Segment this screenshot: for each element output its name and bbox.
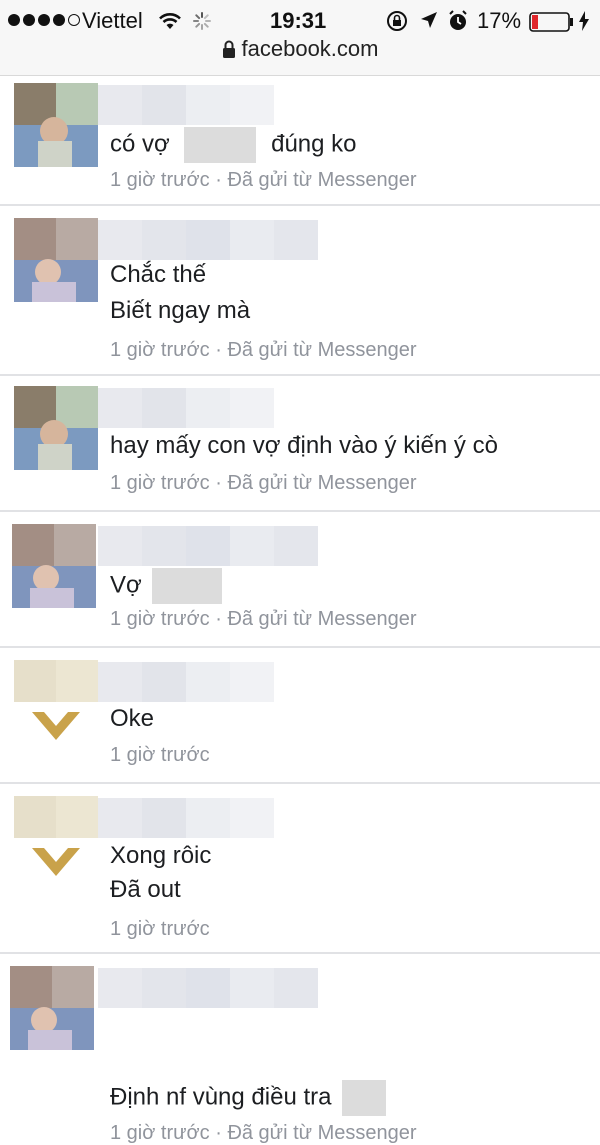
address-bar[interactable]: facebook.com	[0, 36, 600, 66]
comment-meta: 1 giờ trước · Đã gửi từ Messenger	[110, 472, 417, 494]
avatar[interactable]	[14, 386, 98, 470]
redacted-text	[342, 1080, 387, 1116]
comment-time[interactable]: 1 giờ trước	[110, 339, 210, 361]
comment-item: Chắc thế Biết ngay mà 1 giờ trước · Đã g…	[0, 206, 600, 376]
comment-text: hay mấy con vợ định vào ý kiến ý cò	[110, 432, 498, 459]
comment-text: Biết ngay mà	[110, 297, 251, 324]
comment-source: Đã gửi từ Messenger	[227, 169, 417, 191]
comment-item: Xong rôic Đã out 1 giờ trước	[0, 784, 600, 954]
url-text: facebook.com	[241, 36, 379, 61]
comment-meta: 1 giờ trước · Đã gửi từ Messenger	[110, 339, 417, 361]
comment-time[interactable]: 1 giờ trước	[110, 608, 210, 630]
padlock-icon	[222, 38, 236, 64]
comment-text: Định nf vùng điều tra	[110, 1080, 387, 1116]
location-arrow-icon	[420, 11, 438, 34]
comment-item: Định nf vùng điều tra 1 giờ trước · Đã g…	[0, 954, 600, 1144]
comment-time[interactable]: 1 giờ trước	[110, 1122, 210, 1144]
comment-meta: 1 giờ trước	[110, 918, 210, 941]
battery-percent: 17%	[477, 8, 522, 33]
comment-text: có vợ đúng ko	[110, 127, 357, 163]
redacted-text	[184, 127, 257, 163]
avatar[interactable]	[14, 660, 98, 744]
battery-icon	[529, 12, 575, 37]
comment-meta: 1 giờ trước · Đã gửi từ Messenger	[110, 169, 417, 191]
wifi-icon	[158, 12, 182, 35]
comment-text: Đã out	[110, 876, 181, 903]
browser-header: Viettel 19:31 17% facebook.com	[0, 0, 600, 76]
avatar[interactable]	[12, 524, 96, 608]
author-name-redacted[interactable]	[98, 85, 274, 125]
comment-text: Oke	[110, 705, 155, 732]
author-name-redacted[interactable]	[98, 798, 274, 838]
status-time: 19:31	[270, 8, 327, 33]
author-name-redacted[interactable]	[98, 526, 318, 566]
ios-status-bar: Viettel 19:31 17%	[0, 6, 600, 34]
rotation-lock-icon	[386, 10, 408, 37]
comment-source: Đã gửi từ Messenger	[227, 1122, 417, 1144]
comment-text: Vợ	[110, 568, 223, 604]
comment-meta: 1 giờ trước · Đã gửi từ Messenger	[110, 1122, 417, 1144]
author-name-redacted[interactable]	[98, 388, 274, 428]
loading-spinner-icon	[193, 12, 211, 35]
author-name-redacted[interactable]	[98, 662, 274, 702]
comment-meta: 1 giờ trước	[110, 744, 210, 767]
redacted-text	[152, 568, 223, 604]
carrier-name: Viettel	[82, 8, 143, 33]
comment-time[interactable]: 1 giờ trước	[110, 918, 210, 940]
comment-source: Đã gửi từ Messenger	[227, 339, 417, 361]
avatar[interactable]	[14, 83, 98, 167]
charging-bolt-icon	[578, 11, 590, 36]
alarm-clock-icon	[448, 10, 468, 37]
comment-text: Chắc thế	[110, 261, 207, 288]
author-name-redacted[interactable]	[98, 220, 318, 260]
comment-text: Xong rôic	[110, 842, 212, 869]
avatar[interactable]	[14, 796, 98, 880]
comment-source: Đã gửi từ Messenger	[227, 608, 417, 630]
comment-time[interactable]: 1 giờ trước	[110, 169, 210, 191]
avatar[interactable]	[10, 966, 94, 1050]
signal-dots-icon	[8, 14, 80, 26]
comment-meta: 1 giờ trước · Đã gửi từ Messenger	[110, 608, 417, 630]
avatar[interactable]	[14, 218, 98, 302]
comment-item: Oke 1 giờ trước	[0, 648, 600, 784]
comment-item: Vợ 1 giờ trước · Đã gửi từ Messenger	[0, 512, 600, 648]
comment-item: hay mấy con vợ định vào ý kiến ý cò 1 gi…	[0, 376, 600, 512]
comment-source: Đã gửi từ Messenger	[227, 472, 417, 494]
comment-time[interactable]: 1 giờ trước	[110, 744, 210, 766]
author-name-redacted[interactable]	[98, 968, 318, 1008]
comment-item: có vợ đúng ko 1 giờ trước · Đã gửi từ Me…	[0, 77, 600, 206]
comment-time[interactable]: 1 giờ trước	[110, 472, 210, 494]
